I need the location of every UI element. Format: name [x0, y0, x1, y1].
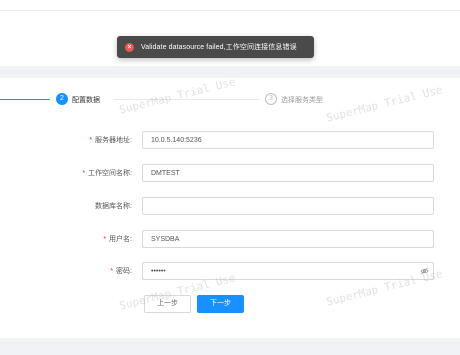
required-marker: * — [103, 236, 107, 243]
password-row: * 密码: — [0, 262, 460, 280]
eye-off-icon[interactable] — [420, 267, 429, 275]
footer-band — [0, 338, 460, 355]
database-name-row: 数据库名称: — [0, 197, 460, 215]
server-address-label: * 服务器地址: — [89, 137, 132, 144]
required-marker: * — [82, 170, 86, 177]
next-step-button[interactable]: 下一步 — [197, 295, 244, 313]
password-input[interactable] — [142, 262, 434, 280]
prev-step-button[interactable]: 上一步 — [144, 295, 191, 313]
step-3-indicator: 3 — [265, 93, 277, 105]
step-2-label: 配置数据 — [72, 97, 100, 104]
password-label: * 密码: — [110, 268, 132, 275]
database-name-label: 数据库名称: — [95, 203, 132, 210]
username-label: * 用户名: — [103, 236, 132, 243]
toast-message: Validate datasource failed,工作空间连接信息错误 — [141, 44, 297, 51]
top-divider — [0, 10, 460, 11]
section-divider — [0, 66, 460, 78]
required-marker: * — [89, 137, 93, 144]
required-marker: * — [110, 268, 114, 275]
server-address-input[interactable] — [142, 131, 434, 149]
workspace-name-input[interactable] — [142, 164, 434, 182]
error-toast: × Validate datasource failed,工作空间连接信息错误 — [117, 36, 314, 58]
server-address-row: * 服务器地址: — [0, 131, 460, 149]
step-progress-line — [0, 99, 50, 100]
step-2-indicator: 2 — [56, 93, 68, 105]
database-name-input[interactable] — [142, 197, 434, 215]
workspace-name-label: * 工作空间名称: — [82, 170, 132, 177]
step-3-label: 选择服务类型 — [281, 97, 323, 104]
step-connector-line — [114, 99, 260, 100]
username-input[interactable] — [142, 230, 434, 248]
workspace-name-row: * 工作空间名称: — [0, 164, 460, 182]
error-icon: × — [125, 42, 134, 52]
username-row: * 用户名: — [0, 230, 460, 248]
